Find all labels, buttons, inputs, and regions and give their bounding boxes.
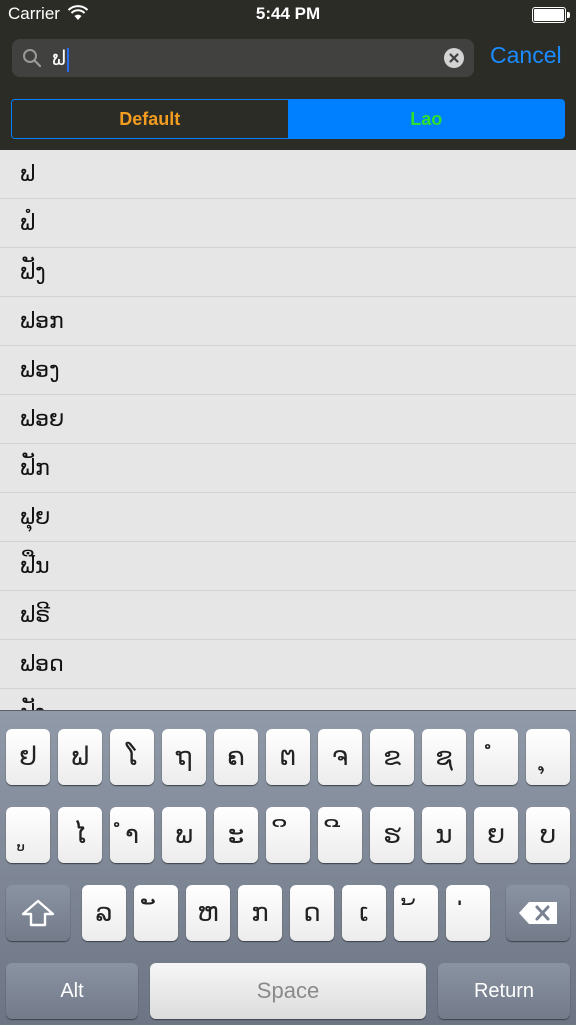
key-so-tam[interactable]: ຊ	[422, 729, 466, 785]
key-ko[interactable]: ກ	[238, 885, 282, 941]
key-niggahita[interactable]: ໍ	[474, 729, 518, 785]
backspace-icon	[519, 902, 557, 924]
shift-icon	[21, 899, 55, 927]
list-item[interactable]: ຟັກ	[0, 444, 576, 493]
alt-key[interactable]: Alt	[6, 963, 138, 1019]
key-kho-sung[interactable]: ຂ	[370, 729, 414, 785]
search-query: ຟ	[52, 46, 66, 70]
clear-icon	[449, 53, 459, 63]
key-yo[interactable]: ຢ	[6, 729, 50, 785]
lao-keyboard: ຢ ຟ ໂ ຖ ຄ ຕ ຈ ຂ ຊ ໍ ຸ ູ ໄ ຳ ພ ະ ິ ີ ຮ ນ …	[0, 710, 576, 1025]
list-item[interactable]: ຟຸຍ	[0, 493, 576, 542]
key-ho-sung[interactable]: ຫ	[186, 885, 230, 941]
return-key[interactable]: Return	[438, 963, 570, 1019]
language-segmented-control: Default Lao	[11, 99, 565, 139]
key-bo[interactable]: ບ	[526, 807, 570, 863]
clock: 5:44 PM	[255, 4, 321, 23]
key-pho-tam[interactable]: ພ	[162, 807, 206, 863]
search-header: ຟ Cancel Default Lao	[0, 30, 576, 150]
list-item[interactable]: ຟັງ	[0, 248, 576, 297]
list-item[interactable]: ຟໍ	[0, 199, 576, 248]
backspace-key[interactable]	[506, 885, 570, 941]
list-item[interactable]: ຟອດ	[0, 640, 576, 689]
key-fo-tam[interactable]: ຟ	[58, 729, 102, 785]
key-vowel-i[interactable]: ິ	[266, 807, 310, 863]
key-to[interactable]: ຕ	[266, 729, 310, 785]
key-kho-tam[interactable]: ຄ	[214, 729, 258, 785]
search-icon	[23, 49, 42, 68]
battery-icon	[532, 7, 570, 23]
space-key[interactable]: Space	[150, 963, 426, 1019]
list-item[interactable]: ຟອງ	[0, 346, 576, 395]
shift-key[interactable]	[6, 885, 70, 941]
key-vowel-ii[interactable]: ີ	[318, 807, 362, 863]
key-ho-tam[interactable]: ຮ	[370, 807, 414, 863]
key-mai-kan[interactable]: ັ	[134, 885, 178, 941]
list-item[interactable]: ຟ	[0, 150, 576, 199]
key-vowel-a[interactable]: ະ	[214, 807, 258, 863]
key-co[interactable]: ຈ	[318, 729, 362, 785]
search-input[interactable]: ຟ	[52, 39, 432, 77]
key-mai-tho[interactable]: ້	[394, 885, 438, 941]
search-bar[interactable]: ຟ	[12, 39, 474, 77]
list-item[interactable]: ຟັງ	[0, 689, 576, 711]
key-vowel-ai[interactable]: ໄ	[58, 807, 102, 863]
key-lo[interactable]: ລ	[82, 885, 126, 941]
segment-default[interactable]: Default	[12, 100, 289, 138]
key-vowel-uu[interactable]: ູ	[6, 807, 50, 863]
results-list: ຟ ຟໍ ຟັງ ຟອກ ຟອງ ຟອຍ ຟັກ ຟຸຍ ຟືນ ຟຣີ ຟອດ…	[0, 150, 576, 710]
list-item[interactable]: ຟືນ	[0, 542, 576, 591]
key-vowel-u[interactable]: ຸ	[526, 729, 570, 785]
segment-lao[interactable]: Lao	[288, 100, 564, 138]
list-item[interactable]: ຟອກ	[0, 297, 576, 346]
key-nyo[interactable]: ຍ	[474, 807, 518, 863]
key-vowel-e[interactable]: ເ	[342, 885, 386, 941]
cancel-button[interactable]: Cancel	[490, 42, 562, 69]
key-no[interactable]: ນ	[422, 807, 466, 863]
text-caret	[66, 47, 69, 72]
status-bar: Carrier 5:44 PM	[0, 0, 576, 30]
key-vowel-am[interactable]: ຳ	[110, 807, 154, 863]
list-item[interactable]: ຟຣີ	[0, 591, 576, 640]
key-vowel-o[interactable]: ໂ	[110, 729, 154, 785]
key-do[interactable]: ດ	[290, 885, 334, 941]
key-tho-sung[interactable]: ຖ	[162, 729, 206, 785]
clear-search-button[interactable]	[444, 48, 464, 68]
key-mai-ek[interactable]: ່	[446, 885, 490, 941]
list-item[interactable]: ຟອຍ	[0, 395, 576, 444]
